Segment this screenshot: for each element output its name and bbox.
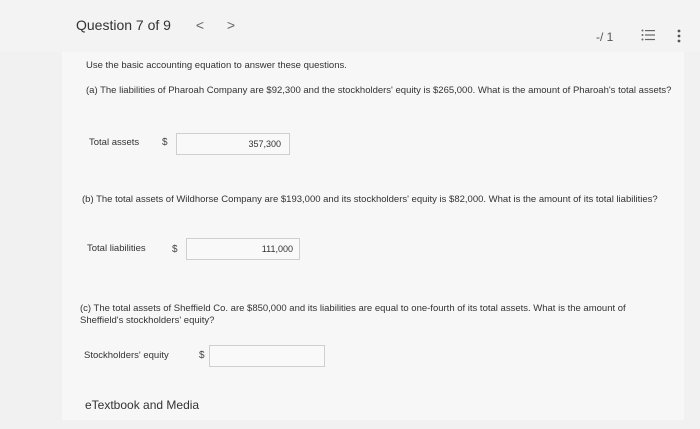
part-c-text: (c) The total assets of Sheffield Co. ar…	[80, 303, 626, 326]
list-icon[interactable]	[641, 28, 655, 42]
divider	[62, 420, 684, 429]
total-liabilities-input[interactable]	[186, 238, 300, 260]
question-card	[62, 52, 684, 429]
part-a-text: (a) The liabilities of Pharoah Company a…	[86, 85, 672, 96]
total-assets-label: Total assets	[89, 137, 140, 148]
currency-symbol: $	[162, 137, 168, 148]
score-display: -/ 1	[596, 30, 614, 44]
currency-symbol: $	[199, 350, 205, 361]
previous-question-button[interactable]: <	[193, 16, 207, 34]
total-assets-input[interactable]	[176, 133, 290, 155]
part-b-text: (b) The total assets of Wildhorse Compan…	[82, 194, 658, 205]
currency-symbol: $	[172, 244, 178, 255]
next-question-button[interactable]: >	[224, 16, 238, 34]
question-header: Question 7 of 9 < > -/ 1	[0, 0, 700, 52]
question-intro: Use the basic accounting equation to ans…	[86, 60, 347, 71]
total-liabilities-label: Total liabilities	[87, 243, 146, 254]
more-vertical-icon[interactable]	[676, 28, 682, 44]
question-title: Question 7 of 9	[76, 17, 171, 33]
stockholders-equity-label: Stockholders' equity	[84, 350, 169, 361]
stockholders-equity-input[interactable]	[209, 345, 325, 367]
etextbook-media-link[interactable]: eTextbook and Media	[85, 398, 199, 412]
